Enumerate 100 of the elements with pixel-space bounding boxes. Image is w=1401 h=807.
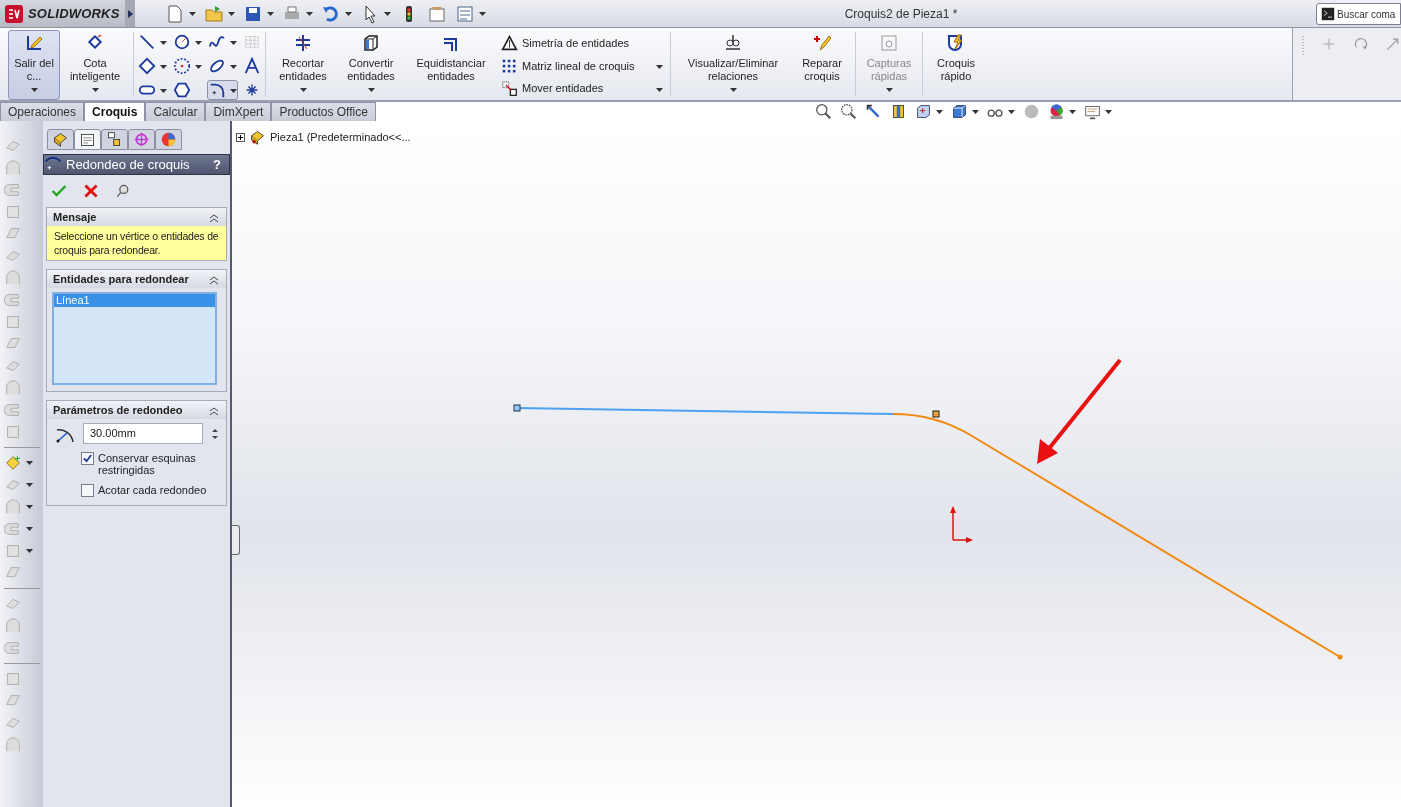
caret-icon[interactable]	[26, 549, 33, 553]
move-entities-button[interactable]: Mover entidades	[501, 77, 663, 100]
search-field[interactable]: Buscar coma	[1316, 3, 1401, 25]
feature-manager-tab[interactable]	[47, 129, 74, 150]
caret-icon[interactable]	[729, 88, 737, 93]
checkmark-icon	[83, 454, 92, 463]
line-tool[interactable]	[137, 32, 168, 52]
caret-icon[interactable]	[1105, 109, 1112, 114]
checkbox[interactable]	[81, 452, 94, 465]
search-input[interactable]: Buscar coma	[1335, 6, 1401, 22]
radius-field[interactable]: 30.00mm	[83, 423, 203, 444]
checkbox[interactable]	[81, 484, 94, 497]
caret-icon[interactable]	[306, 11, 313, 16]
target-icon	[133, 131, 150, 148]
caret-icon[interactable]	[189, 11, 196, 16]
arc-tool[interactable]	[172, 56, 203, 76]
text-tool-icon	[243, 57, 261, 75]
polygon-icon	[173, 81, 191, 99]
rectangle-tool[interactable]	[137, 56, 168, 76]
section-title: Parámetros de redondeo	[53, 402, 183, 418]
caret-icon[interactable]	[26, 505, 33, 509]
zoom-fit-icon[interactable]	[815, 103, 832, 120]
repair-sketch-button[interactable]: Reparar croquis	[792, 30, 852, 100]
caret-icon[interactable]	[230, 88, 237, 93]
caret-icon[interactable]	[160, 40, 167, 45]
grid-icon	[243, 33, 261, 51]
caret-icon[interactable]	[30, 88, 38, 93]
collapse-handle[interactable]	[232, 525, 240, 555]
corner-point[interactable]	[932, 410, 940, 418]
display-style-icon[interactable]	[951, 103, 968, 120]
help-button[interactable]: ?	[213, 154, 221, 175]
configuration-icon	[106, 131, 123, 148]
caret-icon[interactable]	[195, 40, 202, 45]
expand-toggle-icon[interactable]	[236, 133, 245, 142]
expand-arrow-icon[interactable]	[127, 9, 133, 18]
previous-view-icon[interactable]	[865, 103, 882, 120]
caret-icon[interactable]	[1069, 109, 1076, 114]
fillet-tool[interactable]	[207, 80, 238, 100]
tab[interactable]: Productos Office	[271, 102, 376, 121]
circle-tool[interactable]	[172, 32, 203, 52]
rapid-sketch-button[interactable]: Croquis rápido	[926, 30, 986, 100]
caret-icon[interactable]	[160, 64, 167, 69]
caret-icon[interactable]	[195, 64, 202, 69]
section-view-icon[interactable]	[890, 103, 907, 120]
tab[interactable]: DimXpert	[205, 102, 272, 121]
caret-icon[interactable]	[479, 11, 486, 16]
caret-icon[interactable]	[936, 109, 943, 114]
line-icon	[138, 33, 156, 51]
spinner-icon[interactable]	[211, 427, 219, 440]
tree-item[interactable]: Pieza1 (Predeterminado<<...	[270, 129, 411, 146]
toolbar-grip-icon	[1301, 36, 1305, 56]
display-manager-icon	[160, 131, 177, 148]
scene-icon[interactable]	[1048, 103, 1065, 120]
cube-icon	[361, 33, 381, 53]
configuration-tab[interactable]	[101, 129, 128, 150]
window-title: Croquis2 de Pieza1 *	[844, 5, 958, 23]
relations-button[interactable]: Visualizar/Eliminar relaciones	[674, 30, 792, 100]
caret-icon[interactable]	[656, 87, 663, 92]
convert-entities-button[interactable]: Convertir entidades	[337, 30, 405, 100]
caret-icon[interactable]	[299, 88, 307, 93]
undo-icon[interactable]	[321, 3, 341, 24]
logo-icon	[4, 3, 24, 24]
property-manager-tab[interactable]	[74, 129, 101, 150]
arc-icon	[173, 57, 191, 75]
caret-icon[interactable]	[91, 88, 99, 93]
terminal-icon	[1321, 7, 1335, 21]
trim-entities-button[interactable]: Recortar entidades	[269, 30, 337, 100]
mirror-entities-button[interactable]: Simetría de entidades	[501, 32, 663, 55]
caret-icon[interactable]	[345, 11, 352, 16]
tab[interactable]: Calcular	[145, 102, 206, 121]
text-tool-tool[interactable]	[242, 56, 262, 76]
endpoint-handle[interactable]	[513, 404, 521, 412]
zoom-area-icon[interactable]	[840, 103, 857, 120]
caret-icon[interactable]	[228, 11, 235, 16]
caret-icon[interactable]	[26, 461, 33, 465]
cancel-icon[interactable]	[83, 183, 99, 199]
checklist-icon[interactable]	[455, 3, 475, 24]
exit-sketch-button[interactable]: Salir del c...	[8, 30, 60, 100]
offset-entities-button[interactable]: Equidistanciar entidades	[405, 30, 497, 100]
caret-icon[interactable]	[656, 64, 663, 69]
section-title: Mensaje	[53, 209, 97, 225]
tab[interactable]: Operaciones	[0, 102, 85, 121]
view-settings-icon[interactable]	[1084, 103, 1101, 120]
property-manager-icon	[79, 131, 96, 148]
caret-icon[interactable]	[160, 88, 167, 93]
display-manager-tab[interactable]	[155, 129, 182, 150]
smart-dimension-button[interactable]: Cota inteligente	[60, 30, 130, 100]
caret-icon[interactable]	[230, 64, 237, 69]
pushpin-icon[interactable]	[115, 183, 131, 199]
view-orientation-icon[interactable]	[915, 103, 932, 120]
caret-icon[interactable]	[384, 11, 391, 16]
caret-icon[interactable]	[26, 527, 33, 531]
caret-icon[interactable]	[230, 40, 237, 45]
caret-icon[interactable]	[267, 11, 274, 16]
caret-icon[interactable]	[972, 109, 979, 114]
linear-pattern-button[interactable]: Matriz lineal de croquis	[501, 54, 663, 78]
tab[interactable]: Croquis	[84, 102, 146, 121]
caret-icon[interactable]	[367, 88, 375, 93]
caret-icon[interactable]	[26, 483, 33, 487]
caret-icon[interactable]	[1008, 109, 1015, 114]
